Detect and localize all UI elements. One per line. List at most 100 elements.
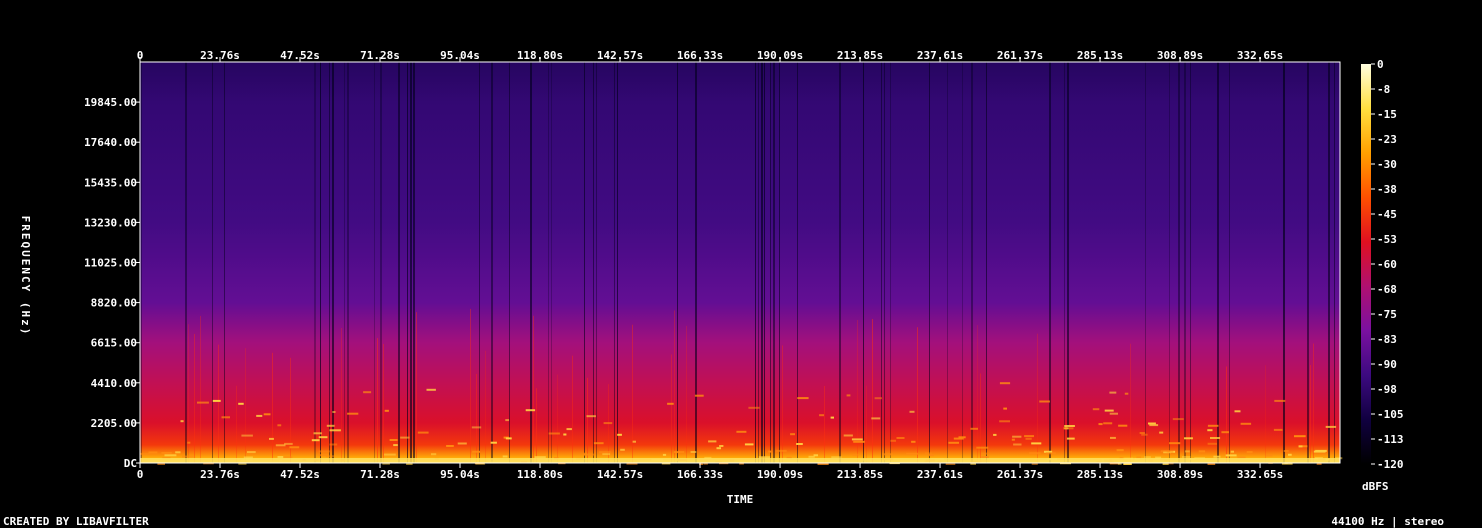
harmonic-mark bbox=[1144, 456, 1151, 459]
harmonic-mark bbox=[673, 451, 685, 454]
streak-bright bbox=[866, 385, 867, 463]
x-tick-label: 213.85s bbox=[837, 49, 883, 62]
harmonic-mark bbox=[690, 451, 697, 453]
y-tick-label: 11025.00 bbox=[84, 257, 137, 270]
streak-dark bbox=[491, 62, 493, 463]
harmonic-mark bbox=[620, 448, 625, 451]
harmonic-mark bbox=[1225, 454, 1237, 457]
harmonic-mark bbox=[1012, 435, 1022, 438]
harmonic-mark bbox=[238, 402, 244, 405]
x-tick-label: 237.61s bbox=[917, 49, 963, 62]
x-tick-label: 0 bbox=[137, 468, 144, 481]
streak-dark bbox=[1229, 62, 1230, 463]
streak-dark bbox=[890, 62, 891, 463]
harmonic-mark bbox=[1109, 391, 1117, 394]
harmonic-mark bbox=[716, 447, 721, 450]
harmonic-mark bbox=[882, 453, 893, 456]
y-tick-label: 8820.00 bbox=[91, 297, 137, 310]
harmonic-mark bbox=[1063, 427, 1074, 430]
streak-dark bbox=[596, 62, 597, 463]
harmonic-mark bbox=[748, 406, 760, 409]
colorbar-tick-label: -113 bbox=[1377, 433, 1404, 446]
harmonic-mark bbox=[1184, 450, 1190, 453]
streak-dark bbox=[770, 62, 771, 463]
x-tick-label: 332.65s bbox=[1237, 49, 1283, 62]
harmonic-mark bbox=[284, 442, 293, 445]
streak-bright bbox=[200, 315, 201, 463]
harmonic-mark bbox=[1159, 431, 1164, 434]
y-axis-label: FREQUENCY (Hz) bbox=[19, 216, 32, 337]
harmonic-mark bbox=[502, 455, 508, 458]
streak-bright bbox=[977, 325, 978, 463]
streak-dark bbox=[380, 62, 382, 463]
footer-audio-info: 44100 Hz | stereo bbox=[1331, 515, 1444, 528]
streak-bright bbox=[236, 385, 237, 463]
harmonic-mark bbox=[976, 446, 989, 449]
harmonic-mark bbox=[446, 445, 454, 447]
streak-dark bbox=[1064, 62, 1065, 463]
x-tick-label: 95.04s bbox=[440, 468, 480, 481]
streak-dark bbox=[530, 62, 532, 463]
harmonic-mark bbox=[694, 394, 704, 397]
harmonic-mark bbox=[948, 441, 959, 444]
streak-dark bbox=[947, 62, 948, 463]
harmonic-mark bbox=[1221, 431, 1229, 434]
streak-dark bbox=[320, 62, 321, 463]
streak-bright bbox=[476, 373, 477, 463]
harmonic-mark bbox=[566, 428, 572, 431]
colorbar-tick-label: -8 bbox=[1377, 83, 1390, 96]
harmonic-mark bbox=[662, 453, 667, 456]
harmonic-mark bbox=[197, 401, 209, 404]
streak-dark bbox=[839, 62, 841, 463]
x-tick-label: 285.13s bbox=[1077, 468, 1123, 481]
streak-bright bbox=[782, 345, 783, 463]
streak-dark bbox=[773, 62, 775, 463]
harmonic-mark bbox=[1029, 452, 1041, 455]
y-tick-label: 6615.00 bbox=[91, 337, 137, 350]
x-tick-label: 190.09s bbox=[757, 468, 803, 481]
x-tick-label: 332.65s bbox=[1237, 468, 1283, 481]
harmonic-mark bbox=[1240, 422, 1252, 425]
harmonic-mark bbox=[1160, 450, 1171, 453]
harmonic-mark bbox=[490, 441, 497, 444]
harmonic-mark bbox=[1011, 438, 1015, 441]
streak-dark bbox=[1184, 62, 1186, 463]
harmonic-mark bbox=[164, 454, 177, 457]
harmonic-mark bbox=[1104, 409, 1114, 412]
harmonic-mark bbox=[819, 414, 824, 417]
streak-bright bbox=[1265, 365, 1266, 463]
y-tick-label: 2205.00 bbox=[91, 417, 137, 430]
harmonic-mark bbox=[140, 452, 150, 455]
y-tick-label: 19845.00 bbox=[84, 96, 137, 109]
x-tick-label: 190.09s bbox=[757, 49, 803, 62]
harmonic-mark bbox=[326, 424, 335, 427]
harmonic-mark bbox=[1066, 437, 1075, 440]
harmonic-mark bbox=[1110, 436, 1116, 439]
harmonic-mark bbox=[275, 444, 286, 447]
harmonic-mark bbox=[602, 453, 611, 456]
x-tick-label: 118.80s bbox=[517, 468, 563, 481]
harmonic-mark bbox=[426, 388, 436, 391]
y-tick-label: 17640.00 bbox=[84, 136, 137, 149]
streak-bright bbox=[557, 374, 558, 463]
harmonic-mark bbox=[161, 452, 172, 454]
harmonic-mark bbox=[1207, 424, 1219, 427]
harmonic-mark bbox=[332, 411, 336, 413]
colorbar-tick-label: -30 bbox=[1377, 158, 1397, 171]
harmonic-mark bbox=[505, 419, 509, 422]
streak-bright bbox=[671, 354, 672, 463]
harmonic-mark bbox=[846, 394, 851, 397]
streak-bright bbox=[1130, 343, 1131, 463]
streak-bright bbox=[218, 344, 219, 463]
harmonic-mark bbox=[1184, 437, 1193, 440]
harmonic-mark bbox=[1013, 443, 1022, 446]
harmonic-mark bbox=[736, 430, 747, 433]
x-tick-label: 166.33s bbox=[677, 468, 723, 481]
harmonic-mark bbox=[384, 409, 389, 412]
colorbar-tick-label: -83 bbox=[1377, 333, 1397, 346]
harmonic-mark bbox=[318, 436, 328, 439]
y-tick-label: DC bbox=[124, 457, 137, 470]
y-tick-label: 4410.00 bbox=[91, 377, 137, 390]
harmonic-mark bbox=[843, 434, 853, 437]
streak-dark bbox=[614, 62, 615, 463]
